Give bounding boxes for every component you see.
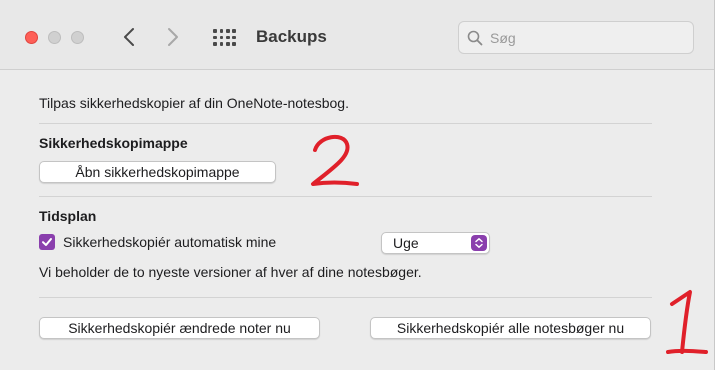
chevron-left-icon [124, 28, 134, 46]
chevron-right-icon [168, 28, 178, 46]
checkmark-icon [42, 238, 52, 246]
auto-backup-checkbox[interactable] [39, 234, 55, 250]
backups-panel: Tilpas sikkerhedskopier af din OneNote-n… [0, 71, 714, 370]
backup-all-notebooks-button[interactable]: Sikkerhedskopiér alle notesbøger nu [370, 317, 651, 339]
auto-backup-label[interactable]: Sikkerhedskopiér automatisk mine [63, 234, 276, 250]
toolbar: Backups [0, 0, 714, 70]
window-title: Backups [256, 27, 327, 46]
search-field[interactable] [458, 21, 694, 54]
divider [39, 196, 652, 197]
forward-button[interactable] [160, 22, 186, 52]
intro-text: Tilpas sikkerhedskopier af din OneNote-n… [39, 95, 349, 111]
zoom-window-button[interactable] [71, 31, 84, 44]
show-all-button[interactable] [211, 27, 236, 49]
frequency-select[interactable]: Uge [381, 232, 490, 254]
annotation-2 [311, 134, 359, 186]
schedule-heading: Tidsplan [39, 208, 97, 224]
backup-folder-heading: Sikkerhedskopimappe [39, 135, 188, 151]
retention-note: Vi beholder de to nyeste versioner af hv… [39, 264, 422, 280]
divider [39, 297, 652, 298]
divider [39, 123, 652, 124]
updown-chevron-icon [471, 235, 487, 251]
preferences-window: Backups Tilpas sikkerhedskopier af din O… [0, 0, 715, 370]
backup-changed-notes-button[interactable]: Sikkerhedskopiér ændrede noter nu [39, 317, 320, 339]
open-backup-folder-button[interactable]: Åbn sikkerhedskopimappe [39, 161, 276, 183]
annotation-1 [666, 290, 708, 354]
minimize-window-button[interactable] [48, 31, 61, 44]
back-button[interactable] [117, 22, 143, 52]
search-icon [467, 30, 483, 46]
search-input[interactable] [490, 28, 685, 48]
close-window-button[interactable] [25, 31, 38, 44]
frequency-value: Uge [393, 235, 419, 251]
